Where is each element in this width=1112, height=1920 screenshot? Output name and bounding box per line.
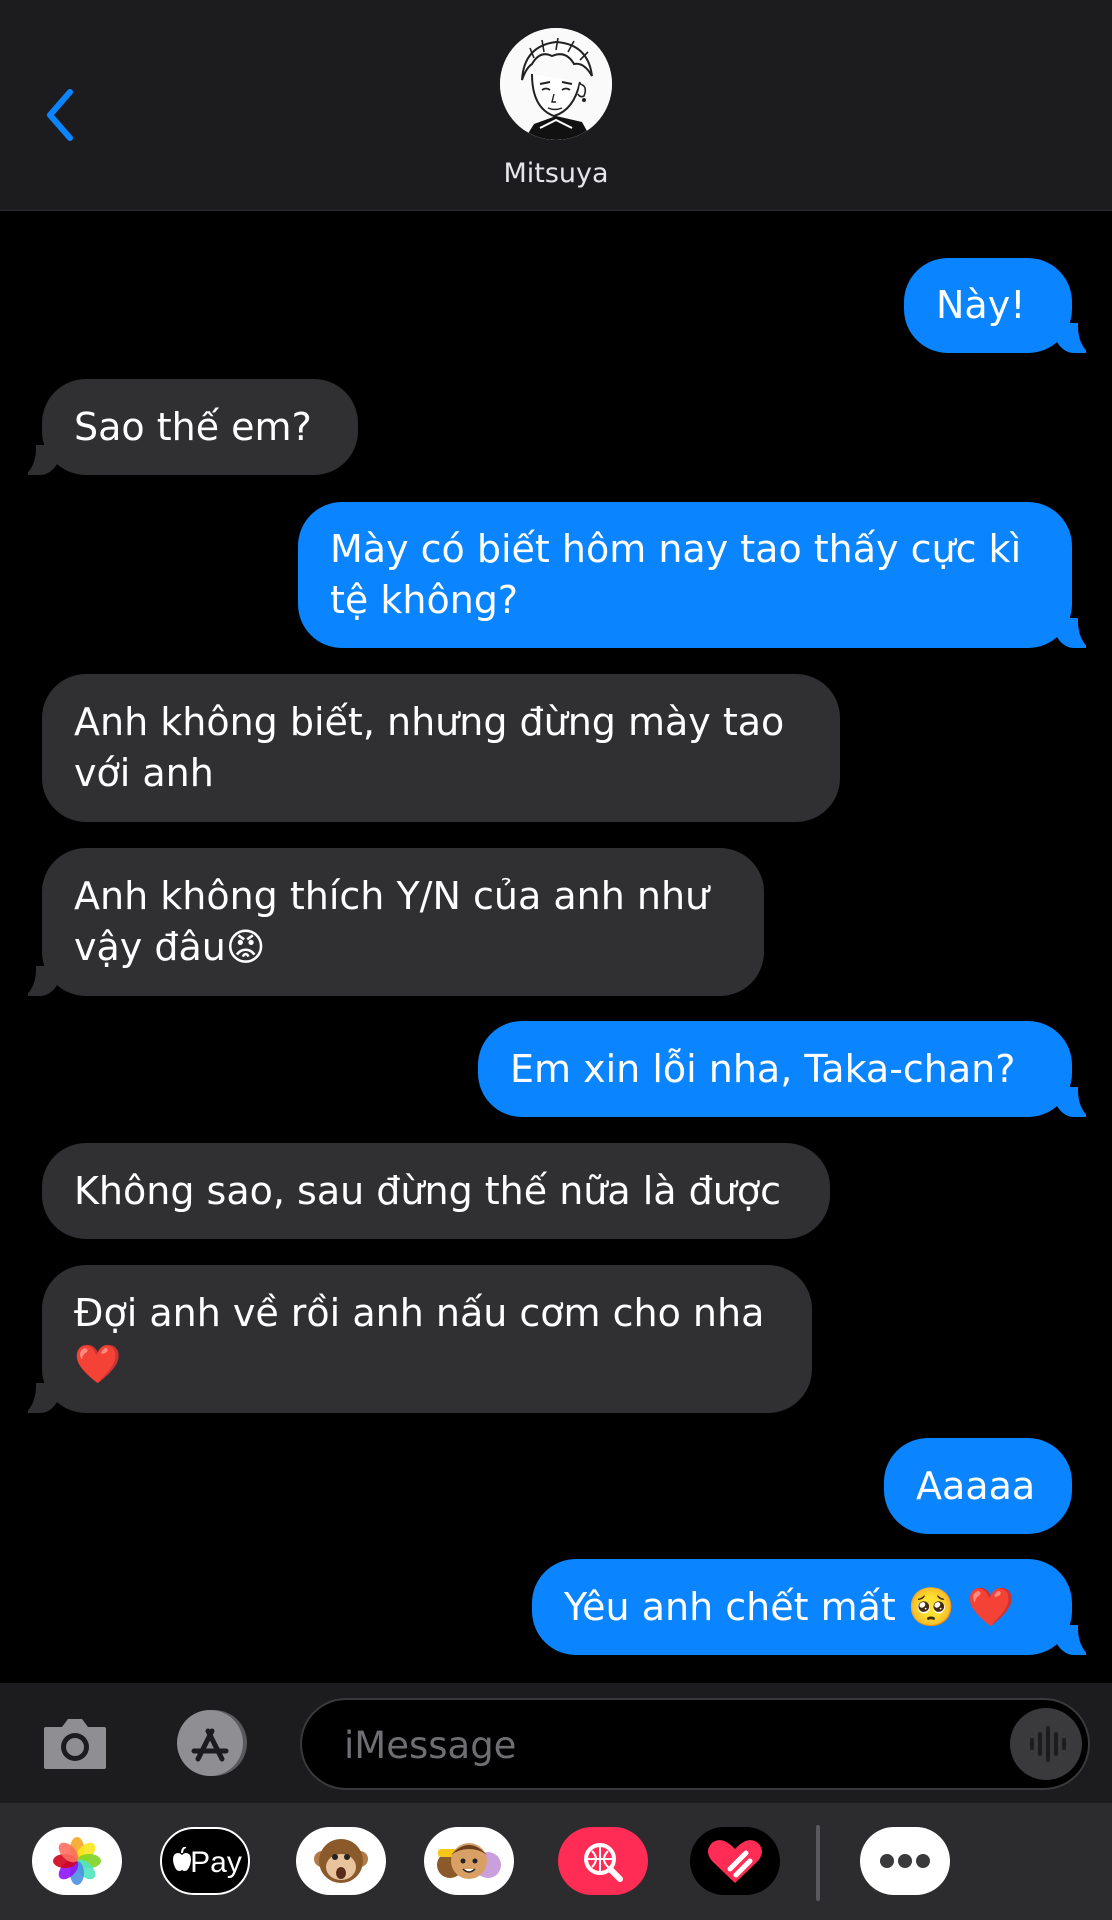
monkey-animoji-icon bbox=[314, 1839, 368, 1883]
more-icon bbox=[880, 1854, 930, 1868]
waveform-icon bbox=[1030, 1726, 1066, 1762]
images-search-icon bbox=[584, 1843, 623, 1882]
message-text: Aaaaa bbox=[916, 1463, 1036, 1508]
drawer-divider bbox=[816, 1825, 820, 1901]
message-field[interactable] bbox=[300, 1698, 1090, 1790]
camera-button[interactable] bbox=[40, 1713, 110, 1773]
apple-pay-app-button[interactable]: Pay bbox=[160, 1827, 250, 1895]
imessage-input[interactable] bbox=[342, 1700, 946, 1790]
message-outgoing[interactable]: Này! bbox=[904, 258, 1106, 355]
message-incoming[interactable]: Sao thế em? bbox=[8, 379, 358, 477]
photos-icon bbox=[53, 1837, 101, 1885]
compose-bar bbox=[0, 1683, 1112, 1803]
message-text: Yêu anh chết mất bbox=[564, 1584, 896, 1629]
message-text: Anh không thích Y/N của anh như vậy đâu bbox=[74, 874, 710, 969]
memoji-app-button[interactable] bbox=[424, 1827, 514, 1895]
avatar-sketch-icon bbox=[500, 28, 612, 140]
message-text: Đợi anh về rồi anh nấu cơm cho nha bbox=[74, 1291, 765, 1335]
message-text: Sao thế em? bbox=[74, 404, 312, 449]
message-content: Anh không thích Y/N của anh như vậy đâu😡 bbox=[74, 871, 732, 973]
message-incoming[interactable]: Đợi anh về rồi anh nấu cơm cho nha ❤️ bbox=[8, 1265, 812, 1415]
app-store-button[interactable] bbox=[168, 1709, 258, 1777]
conversation-header: Mitsuya bbox=[0, 0, 1112, 211]
apple-pay-label: Pay bbox=[190, 1846, 242, 1879]
message-outgoing[interactable]: Em xin lỗi nha, Taka-chan? bbox=[478, 1021, 1106, 1119]
message-text: Anh không biết, nhưng đừng mày tao với a… bbox=[74, 700, 785, 795]
message-text: Này! bbox=[936, 283, 1026, 327]
app-drawer: Pay bbox=[0, 1803, 1112, 1920]
message-content: Yêu anh chết mất 🥺 ❤️ bbox=[564, 1582, 1015, 1633]
message-content: Đợi anh về rồi anh nấu cơm cho nha ❤️ bbox=[74, 1288, 764, 1390]
images-search-app-button[interactable] bbox=[558, 1827, 648, 1895]
digital-touch-app-button[interactable] bbox=[690, 1827, 780, 1895]
digital-touch-icon bbox=[708, 1840, 762, 1883]
more-apps-button[interactable] bbox=[860, 1827, 950, 1895]
app-store-icon bbox=[177, 1710, 247, 1776]
chevron-left-icon bbox=[47, 89, 73, 141]
pleading-face-heart-emoji: 🥺 ❤️ bbox=[907, 1584, 1015, 1629]
back-button[interactable] bbox=[36, 80, 86, 150]
contact-name[interactable]: Mitsuya bbox=[0, 158, 1112, 189]
camera-icon bbox=[44, 1719, 106, 1769]
message-outgoing[interactable]: Aaaaa bbox=[884, 1438, 1072, 1534]
photos-app-button[interactable] bbox=[32, 1827, 122, 1895]
message-text: Mày có biết hôm nay tao thấy cực kì tệ k… bbox=[330, 527, 1022, 622]
animoji-app-button[interactable] bbox=[296, 1827, 386, 1895]
red-heart-emoji: ❤️ bbox=[74, 1342, 122, 1386]
message-outgoing[interactable]: Mày có biết hôm nay tao thấy cực kì tệ k… bbox=[298, 502, 1106, 650]
message-outgoing[interactable]: Yêu anh chết mất 🥺 ❤️ bbox=[532, 1559, 1106, 1657]
message-text: Em xin lỗi nha, Taka-chan? bbox=[510, 1046, 1016, 1091]
audio-message-button[interactable] bbox=[1010, 1708, 1082, 1780]
message-text: Không sao, sau đừng thế nữa là được bbox=[74, 1168, 782, 1213]
contact-avatar[interactable] bbox=[500, 28, 612, 140]
message-incoming[interactable]: Anh không thích Y/N của anh như vậy đâu😡 bbox=[8, 848, 764, 998]
message-incoming[interactable]: Không sao, sau đừng thế nữa là được bbox=[42, 1143, 830, 1239]
angry-face-emoji: 😡 bbox=[225, 925, 266, 969]
memoji-icon bbox=[437, 1843, 501, 1879]
message-incoming[interactable]: Anh không biết, nhưng đừng mày tao với a… bbox=[42, 674, 840, 822]
